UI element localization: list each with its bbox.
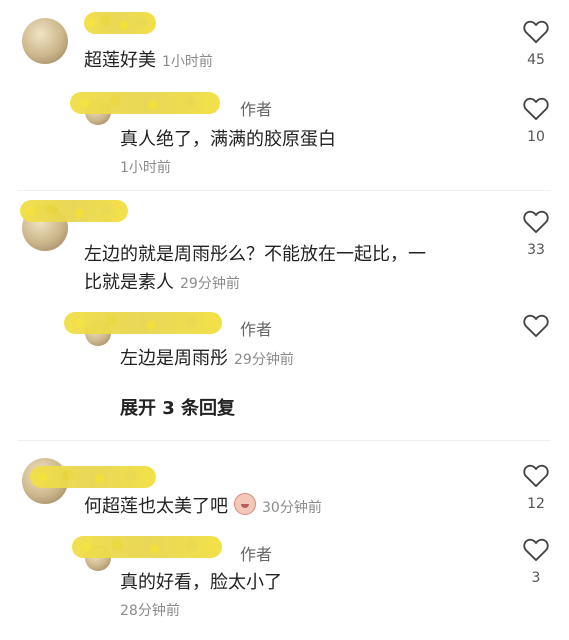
- reply-username-masked[interactable]: [64, 312, 222, 334]
- reply-like-button[interactable]: 3: [516, 536, 556, 586]
- like-button[interactable]: 12: [516, 462, 556, 512]
- expand-replies-button[interactable]: 展开 3 条回复: [120, 394, 235, 420]
- comment-text: 超莲好美 1小时前: [84, 46, 213, 77]
- reply-like-button[interactable]: 10: [516, 95, 556, 145]
- reply-time: 1小时前: [120, 160, 171, 176]
- reply-username-masked[interactable]: [72, 536, 222, 558]
- avatar[interactable]: [22, 18, 68, 64]
- like-count: 33: [527, 242, 545, 258]
- comment-time: 29分钟前: [180, 276, 240, 292]
- author-tag: 作者: [240, 320, 273, 339]
- face-emoji-icon: [234, 493, 256, 515]
- username-masked[interactable]: [84, 12, 156, 34]
- heart-outline-icon: [523, 538, 549, 562]
- username-masked[interactable]: [30, 466, 156, 488]
- divider: [18, 190, 550, 191]
- heart-outline-icon: [523, 314, 549, 338]
- like-button[interactable]: 45: [516, 18, 556, 68]
- like-button[interactable]: 33: [516, 208, 556, 258]
- comment-list: 超莲好美 1小时前 45 作者 真人绝了，满满的胶原蛋白 1小时前 10 左边的就…: [0, 0, 569, 640]
- author-tag: 作者: [240, 545, 273, 564]
- reply-text: 真人绝了，满满的胶原蛋白: [120, 129, 336, 150]
- comment-time: 30分钟前: [262, 500, 322, 516]
- reply-username-masked[interactable]: [70, 92, 220, 114]
- reply-like-button[interactable]: [516, 312, 556, 338]
- comment-text: 何超莲也太美了吧 30分钟前: [84, 492, 322, 523]
- heart-outline-icon: [523, 210, 549, 234]
- heart-outline-icon: [523, 464, 549, 488]
- comment-time: 1小时前: [162, 54, 213, 70]
- comment-body: 何超莲也太美了吧: [84, 496, 228, 517]
- comment-text-line-1: 左边的就是周雨彤么？不能放在一起比，一: [84, 244, 426, 265]
- heart-outline-icon: [523, 97, 549, 121]
- reply-body: 左边是周雨彤: [120, 348, 228, 369]
- reply-like-count: 10: [527, 129, 545, 145]
- reply-time: 28分钟前: [120, 603, 180, 619]
- username-masked[interactable]: [20, 200, 128, 222]
- divider: [18, 440, 550, 441]
- reply-text: 真的好看，脸太小了: [120, 572, 282, 593]
- reply-text: 左边是周雨彤 29分钟前: [120, 344, 294, 375]
- heart-outline-icon: [523, 20, 549, 44]
- comment-body: 超莲好美: [84, 50, 156, 71]
- reply-like-count: 3: [531, 570, 541, 586]
- comment-text-line-2: 比就是素人 29分钟前: [84, 268, 240, 299]
- comment-body: 比就是素人: [84, 272, 174, 293]
- like-count: 45: [527, 52, 545, 68]
- author-tag: 作者: [240, 100, 273, 119]
- reply-time: 29分钟前: [234, 352, 294, 368]
- like-count: 12: [527, 496, 545, 512]
